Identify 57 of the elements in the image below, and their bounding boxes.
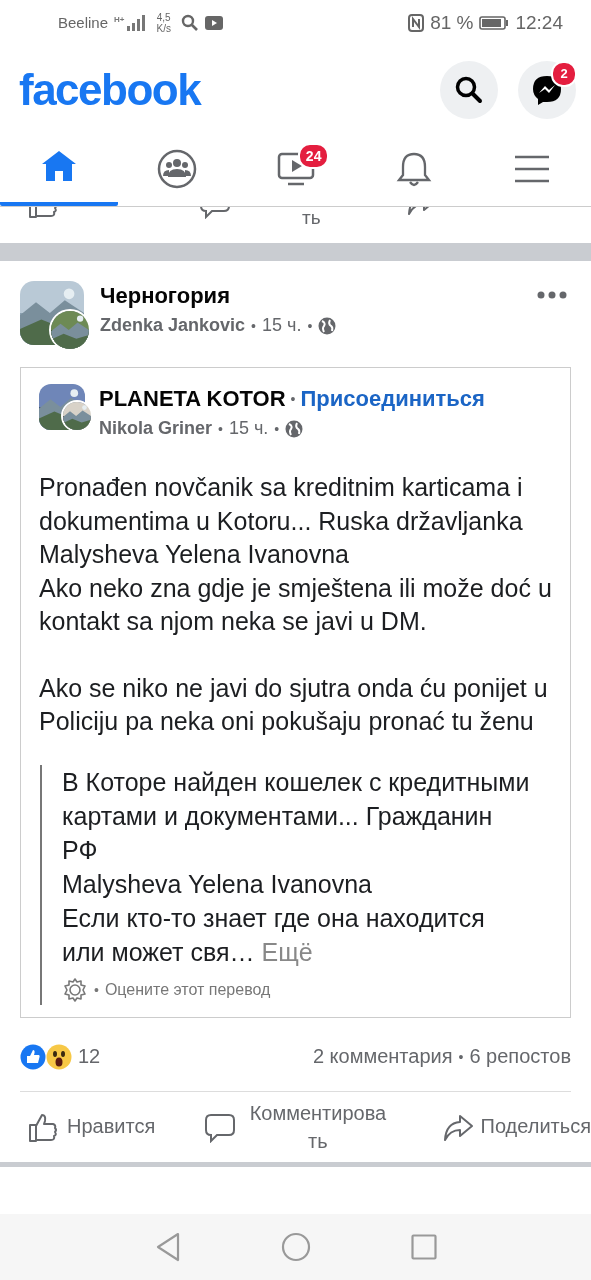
see-more-link[interactable]: Ещё bbox=[261, 937, 313, 966]
clock: 12:24 bbox=[515, 11, 563, 34]
battery-icon bbox=[479, 14, 510, 31]
translated-text: В Которе найден кошелек с кредитными картами и документами... Гражданин РФ bbox=[62, 766, 531, 866]
author-name[interactable]: Zdenka Jankovic bbox=[100, 315, 246, 336]
separator: • bbox=[218, 420, 223, 437]
action-label[interactable]: ть bbox=[302, 207, 321, 229]
group-name[interactable]: Черногория bbox=[100, 283, 337, 309]
carrier-name: Beeline bbox=[58, 14, 109, 31]
separator: • bbox=[307, 317, 313, 334]
post-text: Pronađen novčanik sa kreditnim karticama i dokumentima u Kotoru... Ruska državljanka Malysheva Yelena Ivanovna bbox=[39, 472, 524, 570]
reaction-count[interactable]: 12 bbox=[78, 1045, 101, 1068]
gear-icon[interactable] bbox=[62, 976, 88, 1003]
like-reaction-icon bbox=[20, 1043, 46, 1070]
notification-badge: 2 bbox=[551, 61, 577, 87]
post-time[interactable]: 15 ч. bbox=[262, 315, 302, 336]
network-type: H+ bbox=[114, 14, 125, 24]
share-count[interactable]: 6 репостов bbox=[469, 1045, 571, 1068]
wow-reaction-icon bbox=[46, 1043, 72, 1070]
post-time[interactable]: 15 ч. bbox=[228, 418, 269, 439]
recents-icon[interactable] bbox=[410, 1234, 437, 1260]
separator: • bbox=[94, 981, 99, 998]
translated-text: Malysheva Yelena Ivanovna bbox=[62, 868, 373, 900]
nfc-icon bbox=[408, 13, 425, 32]
post-text: Ako neko zna gdje je smještena ili može doć u kontakt sa njom neka se javi u DM. bbox=[39, 572, 553, 637]
globe-icon bbox=[318, 316, 337, 335]
page-name[interactable]: PLANETA KOTOR bbox=[99, 386, 286, 412]
rate-translation-link[interactable]: Оцените этот перевод bbox=[104, 980, 271, 999]
action-button[interactable]: Комментирова ть bbox=[202, 1098, 393, 1155]
search-icon bbox=[180, 13, 199, 32]
nav-tab[interactable]: 24 bbox=[236, 135, 355, 206]
video-play-icon bbox=[204, 15, 223, 30]
separator: • bbox=[251, 317, 256, 334]
groups-icon bbox=[157, 148, 198, 189]
join-link[interactable]: Присоединиться bbox=[300, 386, 485, 412]
post-text: Ako se niko ne javi do sjutra onda ću ponijet u Policiju pa neka oni pokušaju pronać tu ženu bbox=[39, 672, 549, 737]
globe-icon bbox=[285, 419, 304, 438]
facebook-logo: facebook bbox=[19, 68, 201, 112]
messenger-button[interactable]: 2 bbox=[518, 61, 576, 119]
author-name[interactable]: Nikola Griner bbox=[99, 418, 213, 439]
battery-percent: 81 % bbox=[430, 11, 474, 34]
more-options-icon[interactable] bbox=[537, 291, 567, 299]
speed-value: 4,5 bbox=[156, 11, 171, 23]
separator: • bbox=[290, 391, 296, 407]
search-icon bbox=[454, 75, 484, 105]
comment-count[interactable]: 2 комментария bbox=[312, 1045, 453, 1068]
speed-unit: K/s bbox=[156, 22, 171, 34]
home-circle-icon[interactable] bbox=[280, 1232, 311, 1262]
notification-badge: 24 bbox=[297, 143, 330, 169]
action-button[interactable]: Поделиться bbox=[440, 1110, 591, 1143]
messenger-icon bbox=[531, 74, 563, 106]
separator: • bbox=[458, 1048, 464, 1065]
back-icon[interactable] bbox=[154, 1232, 181, 1262]
translated-text: Если кто-то знает где она находится или может свя… Ещё bbox=[62, 902, 486, 968]
action-button[interactable]: Нравится bbox=[27, 1110, 156, 1143]
separator: • bbox=[274, 420, 280, 437]
signal-icon bbox=[124, 14, 147, 31]
